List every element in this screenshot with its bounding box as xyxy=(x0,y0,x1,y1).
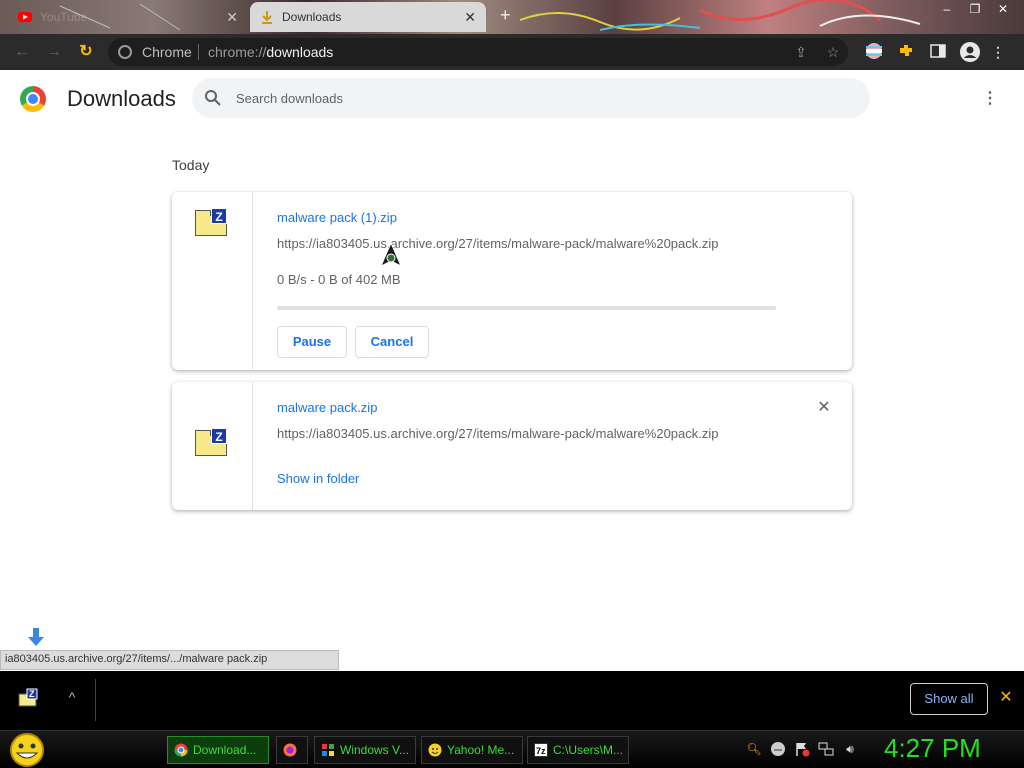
download-item: Z malware pack.zip https://ia803405.us.a… xyxy=(172,382,852,510)
7zip-icon: 7z xyxy=(534,743,548,757)
date-heading: Today xyxy=(172,157,210,173)
back-icon[interactable]: ← xyxy=(12,42,32,62)
url-text: chrome://downloads xyxy=(208,44,334,60)
firefox-icon xyxy=(283,743,297,757)
bookmark-star-icon[interactable]: ☆ xyxy=(824,44,842,62)
chrome-logo-icon xyxy=(20,86,46,112)
taskbar-button-windows[interactable]: Windows V... xyxy=(314,736,416,764)
taskbar-button-downloads[interactable]: Download... xyxy=(167,736,269,764)
download-icon xyxy=(260,10,274,24)
windows-icon xyxy=(322,744,334,756)
close-window-button[interactable]: ✕ xyxy=(990,0,1016,20)
busy-cursor-icon xyxy=(380,242,402,268)
browser-menu-icon[interactable]: ⋮ xyxy=(988,42,1008,62)
site-label: Chrome xyxy=(142,44,192,60)
action-center-flag-icon[interactable] xyxy=(794,741,810,757)
svg-text:Z: Z xyxy=(29,689,35,699)
profile-avatar-icon[interactable] xyxy=(960,42,980,62)
remove-from-list-icon[interactable]: ✕ xyxy=(816,400,832,416)
system-clock[interactable]: 4:27 PM xyxy=(884,733,981,764)
omnibox-separator xyxy=(198,44,199,60)
chevron-up-icon[interactable]: ^ xyxy=(64,689,80,705)
taskbar-label: C:\Users\M... xyxy=(553,743,624,757)
tab-downloads[interactable]: Downloads ✕ xyxy=(250,2,486,32)
shelf-divider xyxy=(95,679,96,721)
search-icon xyxy=(205,90,221,106)
tab-close-icon[interactable]: ✕ xyxy=(226,9,238,26)
search-box[interactable] xyxy=(192,78,870,118)
tab-youtube[interactable]: YouTube ✕ xyxy=(8,2,248,32)
share-icon[interactable]: ⇪ xyxy=(792,44,810,62)
more-options-icon[interactable]: ⋮ xyxy=(980,88,1000,110)
close-shelf-icon[interactable]: ✕ xyxy=(998,689,1014,707)
yahoo-messenger-icon xyxy=(428,743,442,757)
show-all-button[interactable]: Show all xyxy=(910,683,988,715)
taskbar-button-yahoo-messenger[interactable]: Yahoo! Me... xyxy=(421,736,523,764)
extensions-puzzle-icon[interactable] xyxy=(896,42,916,62)
file-name-link[interactable]: malware pack.zip xyxy=(277,400,377,415)
reload-icon[interactable]: ↻ xyxy=(76,42,96,62)
browser-toolbar: ← → ↻ Chrome chrome://downloads ⇪ ☆ ⋮ xyxy=(0,34,1024,70)
file-url: https://ia803405.us.archive.org/27/items… xyxy=(277,426,719,441)
zip-file-icon[interactable]: Z xyxy=(18,688,38,708)
file-name-link[interactable]: malware pack (1).zip xyxy=(277,210,397,225)
download-status: 0 B/s - 0 B of 402 MB xyxy=(277,272,401,287)
network-icon[interactable] xyxy=(818,741,834,757)
volume-icon[interactable]: 🔊︎ xyxy=(842,741,858,757)
svg-text:7z: 7z xyxy=(536,746,546,756)
side-panel-icon[interactable] xyxy=(928,42,948,62)
tab-title: YouTube xyxy=(40,10,88,24)
chrome-site-icon xyxy=(118,45,132,59)
cancel-button[interactable]: Cancel xyxy=(355,326,429,358)
tab-strip: YouTube ✕ Downloads ✕ + – ❐ ✕ xyxy=(0,0,1024,34)
taskbar-label: Windows V... xyxy=(340,743,409,757)
page-title: Downloads xyxy=(67,86,176,111)
download-icon-column: Z xyxy=(172,192,253,370)
file-url: https://ia803405.us.archive.org/27/items… xyxy=(277,236,719,251)
tab-title: Downloads xyxy=(282,10,342,24)
downloads-header: Downloads ⋮ xyxy=(0,70,1024,128)
download-shelf: Z ^ Show all ✕ xyxy=(0,671,1024,730)
download-arrow-icon xyxy=(28,628,44,646)
maximize-button[interactable]: ❐ xyxy=(962,0,988,20)
new-tab-button[interactable]: + xyxy=(500,5,511,26)
taskbar-button-explorer[interactable]: 7z C:\Users\M... xyxy=(527,736,629,764)
download-item: Z malware pack (1).zip https://ia803405.… xyxy=(172,192,852,370)
search-input[interactable] xyxy=(236,88,836,108)
forward-icon[interactable]: → xyxy=(44,42,64,62)
minimize-button[interactable]: – xyxy=(934,0,960,20)
taskbar: Download... Windows V... Yahoo! Me... 7z… xyxy=(0,730,1024,768)
taskbar-button-firefox[interactable] xyxy=(276,736,308,764)
status-bubble: ia803405.us.archive.org/27/items/.../mal… xyxy=(0,650,339,670)
pause-button[interactable]: Pause xyxy=(277,326,347,358)
zip-file-icon: Z xyxy=(195,428,229,458)
start-button-smiley-icon[interactable] xyxy=(6,732,48,768)
taskbar-label: Download... xyxy=(193,743,257,757)
taskbar-label: Yahoo! Me... xyxy=(447,743,515,757)
chrome-icon xyxy=(174,743,188,757)
youtube-icon xyxy=(18,10,32,24)
download-icon-column: Z xyxy=(172,382,253,510)
zip-file-icon: Z xyxy=(195,208,229,238)
messenger-tray-icon[interactable] xyxy=(770,741,786,757)
show-in-folder-link[interactable]: Show in folder xyxy=(277,471,359,486)
omnibox[interactable]: Chrome chrome://downloads ⇪ ☆ xyxy=(108,38,848,66)
search-tray-icon[interactable]: 🔍︎ xyxy=(746,741,762,757)
progress-bar xyxy=(277,306,776,310)
profile-flag-icon[interactable] xyxy=(864,42,884,62)
tab-close-icon[interactable]: ✕ xyxy=(464,9,476,26)
